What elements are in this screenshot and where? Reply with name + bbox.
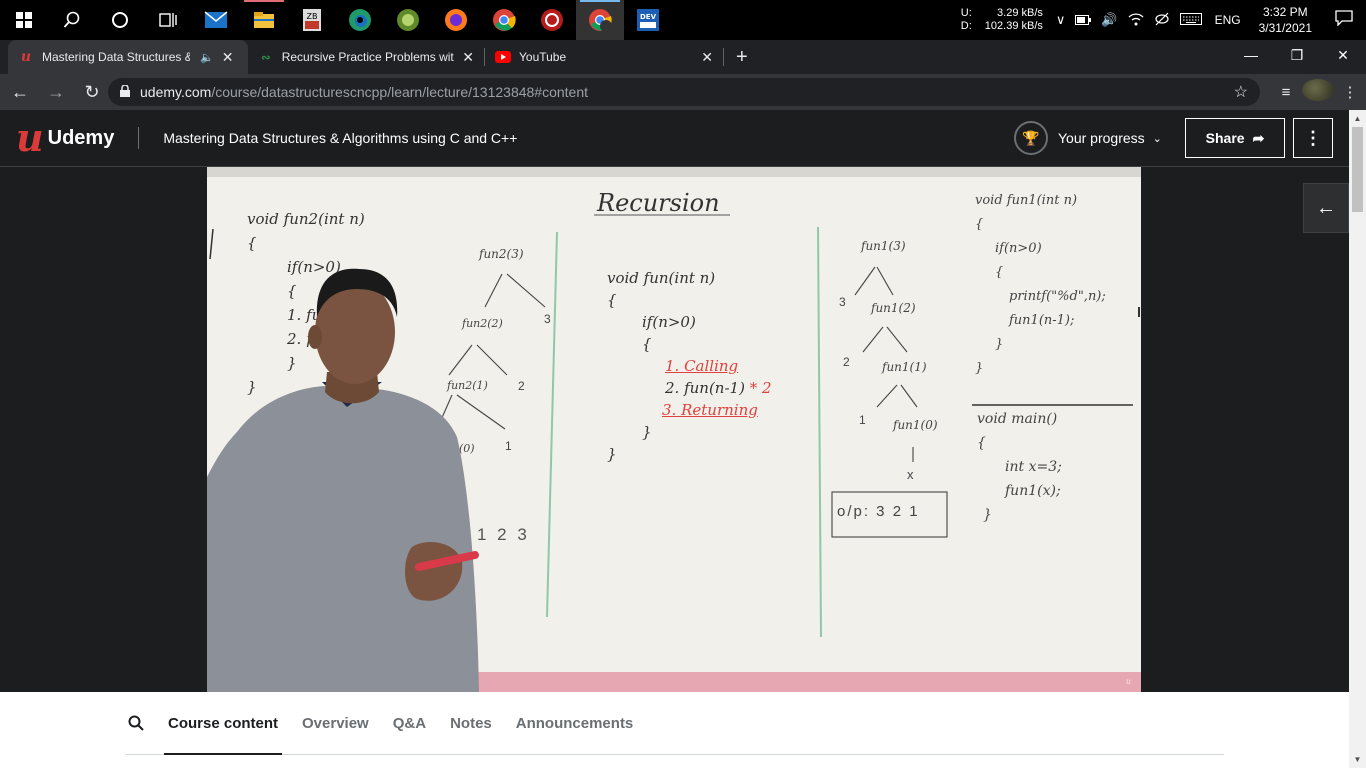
course-title[interactable]: Mastering Data Structures & Algorithms u… (163, 130, 517, 146)
mail-icon[interactable] (192, 0, 240, 40)
windows-start-icon[interactable] (0, 0, 48, 40)
url-text: udemy.com/course/datastructurescncpp/lea… (140, 84, 588, 100)
avatar (1302, 79, 1334, 101)
svg-text:DEV: DEV (640, 13, 657, 21)
scrollbar-thumb[interactable] (1352, 127, 1363, 212)
tab-qa[interactable]: Q&A (393, 692, 426, 755)
chrome-profile-icon[interactable] (576, 0, 624, 40)
close-tab-icon[interactable]: ✕ (222, 49, 234, 66)
bookmark-star-icon[interactable]: ☆ (1234, 82, 1248, 102)
udemy-logo-text: Udemy (47, 126, 115, 149)
more-options-button[interactable]: ⋮ (1293, 118, 1333, 158)
upload-value: 3.29 kB/s (997, 7, 1043, 19)
youtube-favicon-icon (495, 49, 511, 65)
udemy-logo[interactable]: u Udemy (16, 115, 115, 160)
clock-time: 3:32 PM (1262, 5, 1308, 19)
notification-icon[interactable] (1322, 9, 1366, 31)
battery-icon[interactable] (1070, 13, 1096, 28)
reload-icon[interactable]: ↻ (76, 76, 108, 108)
clock[interactable]: 3:32 PM 3/31/2021 (1249, 4, 1322, 36)
close-tab-icon[interactable]: ✕ (462, 49, 474, 66)
tab-announcements[interactable]: Announcements (516, 692, 634, 755)
tab-course-content[interactable]: Course content (163, 692, 283, 755)
tab-overview[interactable]: Overview (302, 692, 369, 755)
dev-app-icon[interactable]: DEV (624, 0, 672, 40)
chrome-icon[interactable] (480, 0, 528, 40)
close-window-icon[interactable]: ✕ (1320, 40, 1366, 70)
share-label: Share (1205, 130, 1245, 146)
download-label: D: (960, 20, 972, 32)
tab-udemy[interactable]: u Mastering Data Structures & 🔈 ✕ (8, 40, 248, 74)
firefox-icon[interactable] (432, 0, 480, 40)
page-scrollbar[interactable]: ▲ ▼ (1349, 110, 1366, 768)
tab-title: Mastering Data Structures & (42, 50, 190, 64)
lecture-tabs: Course content Overview Q&A Notes Announ… (126, 692, 1224, 755)
close-tab-icon[interactable]: ✕ (701, 49, 713, 66)
udemy-header: u Udemy Mastering Data Structures & Algo… (0, 110, 1366, 167)
progress-button[interactable]: 🏆 Your progress ⌄ (1014, 121, 1162, 155)
url-path: /course/datastructurescncpp/learn/lectur… (211, 84, 589, 100)
header-divider (138, 127, 140, 149)
network-speed: U: 3.29 kB/s D: 102.39 kB/s (961, 7, 1043, 33)
gfg-favicon-icon: ∾ (261, 51, 271, 64)
task-view-icon[interactable] (144, 0, 192, 40)
media-control-icon[interactable]: ≡ (1270, 84, 1302, 101)
trophy-icon: 🏆 (1014, 121, 1048, 155)
search-icon[interactable] (48, 0, 96, 40)
tab-recursive-practice[interactable]: ∾ Recursive Practice Problems with ✕ (248, 40, 484, 74)
cortana-icon[interactable] (96, 0, 144, 40)
media-app-icon[interactable]: ZB (288, 0, 336, 40)
upload-label: U: (960, 7, 972, 19)
forward-arrow-icon[interactable]: → (40, 76, 72, 108)
chevron-down-icon: ⌄ (1152, 132, 1162, 145)
clock-date: 3/31/2021 (1258, 21, 1312, 35)
download-value: 102.39 kB/s (984, 20, 1043, 32)
search-icon[interactable] (126, 715, 146, 731)
tab-notes[interactable]: Notes (450, 692, 492, 755)
volume-icon[interactable]: 🔊 (1096, 12, 1122, 28)
audio-playing-icon[interactable]: 🔈 (200, 51, 214, 64)
share-button[interactable]: Share ➦ (1185, 118, 1285, 158)
wifi-icon[interactable] (1123, 12, 1149, 29)
browser-menu-icon[interactable]: ⋮ (1334, 83, 1366, 101)
language-indicator[interactable]: ENG (1207, 13, 1249, 27)
udemy-watermark: u (1125, 677, 1131, 686)
toolbar-right-icons: ≡ ⋮ (1270, 79, 1366, 105)
profile-avatar[interactable] (1302, 79, 1334, 105)
video-player-area: Recursion void fun2(int n) { if(n>0) { 1… (0, 167, 1349, 692)
tab-youtube[interactable]: YouTube ✕ (485, 40, 723, 74)
browser-tab-strip: u Mastering Data Structures & 🔈 ✕ ∾ Recu… (0, 40, 1366, 74)
file-explorer-icon[interactable] (240, 0, 288, 40)
url-host: udemy.com (140, 84, 212, 100)
browser-toolbar: ← → ↻ udemy.com/course/datastructurescnc… (0, 74, 1366, 110)
restore-icon[interactable]: ❐ (1274, 40, 1320, 70)
lecture-tabs-area: Course content Overview Q&A Notes Announ… (0, 692, 1349, 768)
scroll-down-icon[interactable]: ▼ (1349, 751, 1366, 768)
svg-text:ZB: ZB (307, 12, 318, 21)
instructor-figure (207, 268, 479, 692)
game-app-icon[interactable] (384, 0, 432, 40)
udemy-favicon-icon: u (20, 49, 32, 65)
system-tray: U: 3.29 kB/s D: 102.39 kB/s ∨ 🔊 ENG 3:32… (961, 0, 1366, 40)
windows-taskbar: ZB DEV U: 3.29 kB/s D: 102.39 kB/s ∨ 🔊 E… (0, 0, 1366, 40)
share-arrow-icon: ➦ (1252, 129, 1265, 146)
lecture-video[interactable]: Recursion void fun2(int n) { if(n>0) { 1… (207, 167, 1141, 692)
red-app-icon[interactable] (528, 0, 576, 40)
lock-icon[interactable] (120, 83, 130, 100)
tab-title: Recursive Practice Problems with (281, 50, 455, 64)
edge-icon[interactable] (336, 0, 384, 40)
back-arrow-icon[interactable]: ← (4, 76, 36, 108)
udemy-logo-icon: u (16, 115, 44, 160)
progress-label: Your progress (1058, 130, 1145, 146)
satellite-icon[interactable] (1149, 12, 1175, 29)
keyboard-icon[interactable] (1175, 12, 1207, 28)
chevron-up-icon[interactable]: ∨ (1051, 12, 1071, 28)
scroll-up-icon[interactable]: ▲ (1349, 110, 1366, 127)
expand-sidebar-arrow-icon[interactable]: ← (1303, 183, 1349, 233)
minimize-icon[interactable]: — (1228, 40, 1274, 70)
new-tab-icon[interactable]: + (724, 40, 760, 74)
address-bar[interactable]: udemy.com/course/datastructurescncpp/lea… (108, 78, 1260, 106)
tab-title: YouTube (519, 50, 567, 64)
window-controls: — ❐ ✕ (1228, 40, 1366, 70)
